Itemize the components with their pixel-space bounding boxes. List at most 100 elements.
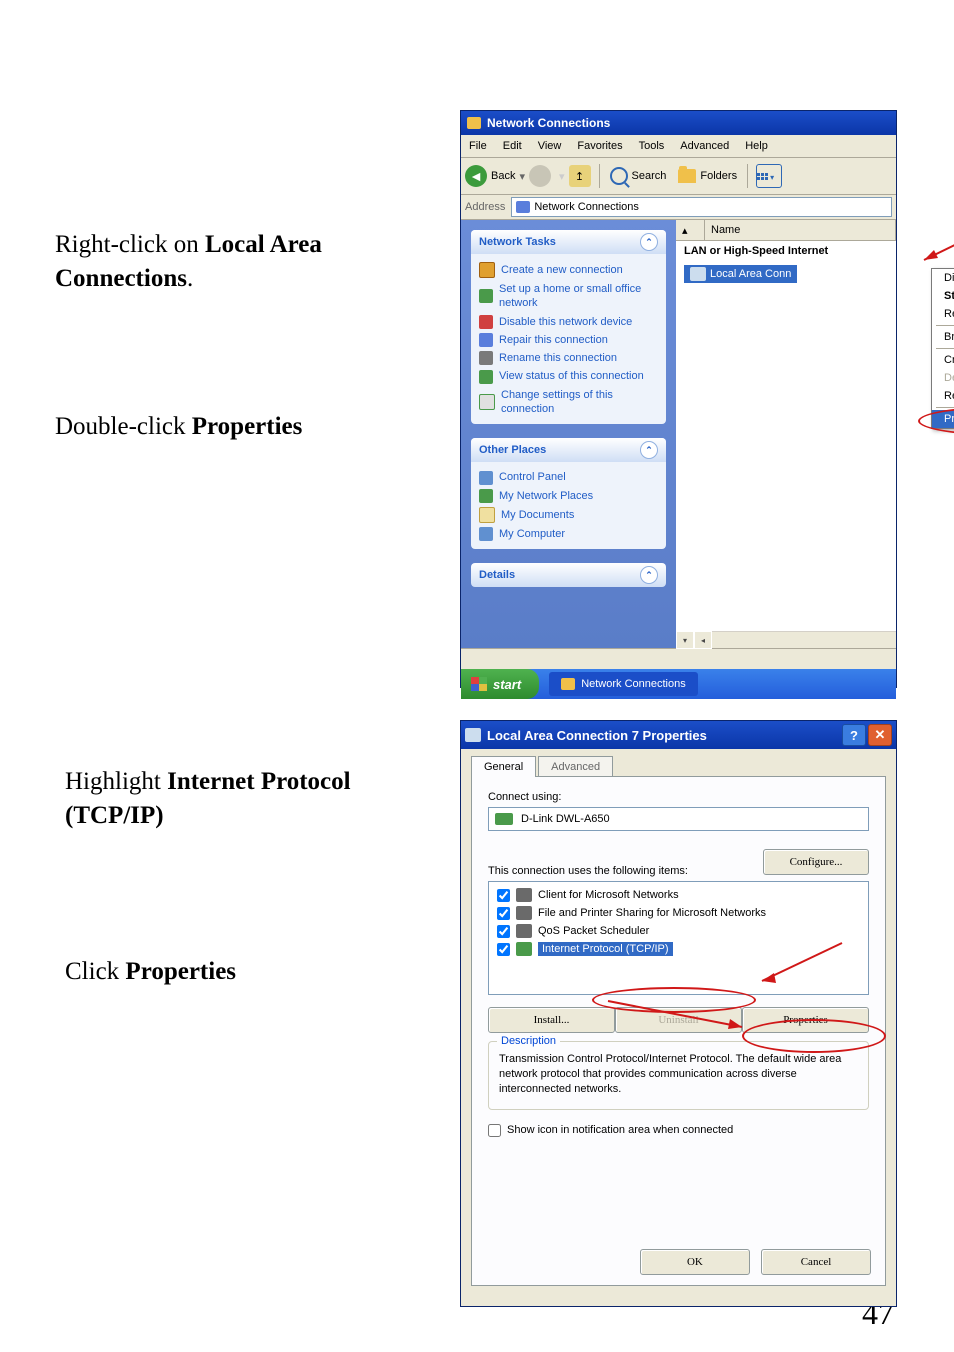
context-repair[interactable]: Repair	[932, 305, 954, 323]
menu-tools[interactable]: Tools	[631, 140, 673, 152]
panel-header[interactable]: Details ⌃	[471, 563, 666, 587]
up-folder-icon[interactable]: ↥	[569, 165, 591, 187]
checkbox[interactable]	[497, 925, 510, 938]
column-name[interactable]: Name	[705, 220, 896, 240]
toolbar: ◄ Back ▾ ▾ ↥ Search Folders ▾	[461, 158, 896, 195]
other-link-control-panel[interactable]: Control Panel	[479, 468, 658, 486]
context-status[interactable]: Status	[932, 287, 954, 305]
ok-button[interactable]: OK	[640, 1249, 750, 1275]
chevron-up-icon[interactable]: ⌃	[640, 566, 658, 584]
list-item-qos[interactable]: QoS Packet Scheduler	[493, 922, 864, 940]
rename-icon	[479, 351, 493, 365]
back-label[interactable]: Back	[491, 170, 515, 182]
tab-general[interactable]: General	[471, 756, 536, 777]
side-panel: Network Tasks ⌃ Create a new connection …	[461, 220, 676, 648]
protocol-icon	[516, 942, 532, 956]
item-label: Client for Microsoft Networks	[538, 889, 679, 901]
other-link-my-computer[interactable]: My Computer	[479, 525, 658, 543]
help-button[interactable]: ?	[842, 724, 866, 746]
panel-title: Details	[479, 569, 515, 581]
context-properties[interactable]: Properties	[932, 410, 954, 428]
control-panel-icon	[479, 471, 493, 485]
forward-icon[interactable]	[529, 165, 551, 187]
list-item-client[interactable]: Client for Microsoft Networks	[493, 886, 864, 904]
file-print-icon	[516, 906, 532, 920]
text-bold: Properties	[125, 958, 236, 985]
context-shortcut[interactable]: Create Shortcut	[932, 351, 954, 369]
separator	[747, 164, 748, 188]
tab-advanced[interactable]: Advanced	[538, 756, 613, 777]
tab-strip: General Advanced	[471, 755, 896, 776]
menu-edit[interactable]: Edit	[495, 140, 530, 152]
context-rename[interactable]: Rename	[932, 387, 954, 405]
dropdown-arrow-icon[interactable]: ▾	[519, 170, 525, 183]
status-icon	[479, 370, 493, 384]
context-disable[interactable]: Disable	[932, 269, 954, 287]
show-icon-checkbox-row[interactable]: Show icon in notification area when conn…	[488, 1124, 869, 1137]
views-button[interactable]: ▾	[756, 164, 782, 188]
address-field[interactable]: Network Connections	[511, 197, 892, 217]
cancel-button[interactable]: Cancel	[761, 1249, 871, 1275]
menu-file[interactable]: File	[461, 140, 495, 152]
task-link-disable[interactable]: Disable this network device	[479, 313, 658, 331]
checkbox[interactable]	[488, 1124, 501, 1137]
other-link-network-places[interactable]: My Network Places	[479, 487, 658, 505]
chevron-up-icon[interactable]: ⌃	[640, 233, 658, 251]
taskbar-item-label: Network Connections	[581, 678, 686, 690]
panel-title: Other Places	[479, 444, 546, 456]
windows-flag-icon	[471, 677, 487, 691]
checkbox[interactable]	[497, 907, 510, 920]
checkbox[interactable]	[497, 889, 510, 902]
link-label: View status of this connection	[499, 369, 644, 383]
menu-view[interactable]: View	[530, 140, 570, 152]
window-title-bar[interactable]: Network Connections	[461, 111, 896, 135]
local-area-connection-item[interactable]: Local Area Conn	[684, 265, 797, 283]
other-places-panel: Other Places ⌃ Control Panel My Network …	[471, 438, 666, 549]
task-link-change-settings[interactable]: Change settings of this connection	[479, 386, 658, 419]
scroll-up-icon[interactable]: ▴	[676, 220, 705, 240]
start-button[interactable]: start	[461, 669, 539, 699]
configure-button[interactable]: Configure...	[763, 849, 869, 875]
panel-header[interactable]: Network Tasks ⌃	[471, 230, 666, 254]
task-link-home-network[interactable]: Set up a home or small office network	[479, 280, 658, 313]
task-link-new-connection[interactable]: Create a new connection	[479, 260, 658, 280]
horizontal-scrollbar[interactable]: ▾ ◂	[676, 631, 896, 648]
folder-icon	[467, 117, 481, 129]
other-link-documents[interactable]: My Documents	[479, 505, 658, 525]
taskbar-item-network-connections[interactable]: Network Connections	[549, 672, 698, 696]
task-link-repair[interactable]: Repair this connection	[479, 331, 658, 349]
menu-help[interactable]: Help	[737, 140, 776, 152]
scroll-left-icon[interactable]: ◂	[694, 631, 712, 649]
text: Highlight	[65, 768, 167, 795]
panel-header[interactable]: Other Places ⌃	[471, 438, 666, 462]
context-bridge[interactable]: Bridge Connections	[932, 328, 954, 346]
task-link-rename[interactable]: Rename this connection	[479, 349, 658, 367]
install-button[interactable]: Install...	[488, 1007, 615, 1033]
menu-advanced[interactable]: Advanced	[672, 140, 737, 152]
connection-icon	[465, 728, 481, 742]
address-value: Network Connections	[534, 201, 639, 213]
chevron-up-icon[interactable]: ⌃	[640, 441, 658, 459]
folders-label: Folders	[700, 170, 737, 182]
text: Double-click	[55, 413, 192, 440]
checkbox-label: Show icon in notification area when conn…	[507, 1124, 733, 1136]
checkbox[interactable]	[497, 943, 510, 956]
content-pane: ▴ Name LAN or High-Speed Internet Local …	[676, 220, 896, 648]
list-item-file-print[interactable]: File and Printer Sharing for Microsoft N…	[493, 904, 864, 922]
items-listbox[interactable]: Client for Microsoft Networks File and P…	[488, 881, 869, 995]
properties-button[interactable]: Properties	[742, 1007, 869, 1033]
scroll-down-icon[interactable]: ▾	[676, 631, 694, 649]
menu-favorites[interactable]: Favorites	[569, 140, 630, 152]
connect-using-label: Connect using:	[488, 791, 869, 803]
menu-bar: File Edit View Favorites Tools Advanced …	[461, 135, 896, 158]
dialog-title-bar[interactable]: Local Area Connection 7 Properties ? ✕	[461, 721, 896, 749]
start-label: start	[493, 677, 521, 692]
search-button[interactable]: Search	[604, 165, 673, 187]
back-icon[interactable]: ◄	[465, 165, 487, 187]
list-item-tcpip[interactable]: Internet Protocol (TCP/IP)	[493, 940, 864, 958]
address-bar: Address Network Connections	[461, 195, 896, 220]
taskbar: start Network Connections	[461, 669, 896, 699]
task-link-status[interactable]: View status of this connection	[479, 367, 658, 385]
close-button[interactable]: ✕	[868, 724, 892, 746]
folders-button[interactable]: Folders	[672, 167, 743, 185]
